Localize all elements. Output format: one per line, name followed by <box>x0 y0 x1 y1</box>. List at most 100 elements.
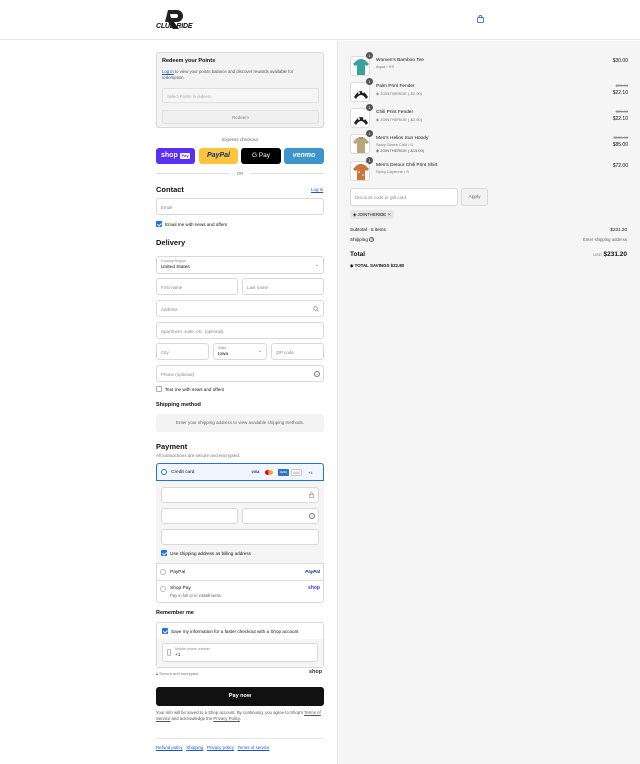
first-name-field[interactable]: First name <box>156 278 238 295</box>
shipping-link[interactable]: Shipping <box>186 745 203 750</box>
paypal-radio[interactable] <box>160 569 166 575</box>
sms-optin-checkbox[interactable] <box>156 386 162 392</box>
points-select[interactable]: Select Points to redeem <box>162 88 319 103</box>
apply-discount-button[interactable]: Apply <box>461 188 488 206</box>
item-original-price: $100.00 <box>613 135 628 140</box>
item-variant: Spicy Cayenne / S <box>376 169 409 174</box>
quantity-badge: 1 <box>366 104 373 111</box>
item-discount: ◈ JOINTHERIDE (-$15.00) <box>376 148 425 153</box>
mobile-phone-field[interactable]: Mobile phone number +1 <box>162 643 318 662</box>
name-on-card-field[interactable] <box>161 529 319 545</box>
discover-icon: DISC <box>291 469 302 476</box>
logo-text: CLUB RIDE <box>156 23 193 30</box>
item-price: $22.10 <box>612 90 628 96</box>
redeem-login-link[interactable]: Log in <box>162 69 174 74</box>
paypal-logo: PayPal <box>305 569 320 574</box>
quantity-badge: 1 <box>366 157 373 164</box>
pay-now-button[interactable]: Pay now <box>156 687 324 706</box>
refund-policy-link[interactable]: Refund policy <box>156 745 183 750</box>
credit-card-radio[interactable] <box>161 469 167 475</box>
redeem-title: Redeem your Points <box>162 58 216 64</box>
payment-subtitle: All transactions are secure and encrypte… <box>156 453 241 458</box>
google-pay-express-button[interactable]: G Pay <box>241 148 281 164</box>
security-code-field[interactable]: ? <box>242 508 319 524</box>
remember-me-heading: Remember me <box>156 610 194 616</box>
shipping-row-label: Shipping ? <box>350 237 375 242</box>
privacy-policy-link[interactable]: Privacy policy <box>207 745 234 750</box>
paypal-option[interactable]: PayPal PayPal <box>157 563 323 580</box>
or-separator: OR <box>236 170 244 176</box>
currency-code: USD <box>593 252 602 257</box>
redeem-points-panel: Redeem your Points Log in to view your p… <box>156 52 324 128</box>
shop-wordmark: shop <box>309 669 323 675</box>
terms-of-service-link[interactable]: Terms of service <box>237 745 269 750</box>
header: CLUB RIDE <box>0 0 640 40</box>
item-price: $72.00 <box>612 163 628 169</box>
credit-card-option[interactable]: Credit card VISA AMEX DISC +4 <box>156 463 324 481</box>
product-thumbnail <box>350 161 370 181</box>
item-variant: Aqua / XS <box>376 64 395 69</box>
shop-pay-radio[interactable] <box>160 586 166 592</box>
help-icon[interactable]: ? <box>309 513 315 519</box>
cart-item: 1 Women's Bamboo Tee Aqua / XS $30.00 <box>350 52 628 80</box>
expiration-field[interactable] <box>161 508 238 524</box>
apartment-field[interactable]: Apartment, suite, etc. (optional) <box>156 322 324 339</box>
tag-icon: ◈ <box>376 148 380 153</box>
secure-note: 🔒︎ Secure and encrypted <box>156 671 199 676</box>
checkout-form: Redeem your Points Log in to view your p… <box>0 41 337 764</box>
city-field[interactable]: City <box>156 343 209 360</box>
tshirt-icon <box>353 59 369 75</box>
contact-login-link[interactable]: Log in <box>311 187 323 192</box>
fender-icon <box>354 91 368 99</box>
address-field[interactable]: Address <box>156 300 324 317</box>
cart-item: 1 Palm Print Fender ◈ JOINTHERIDE (-$2.9… <box>350 78 628 106</box>
privacy-link[interactable]: Privacy Policy <box>213 716 239 721</box>
cart-bag-icon[interactable] <box>477 15 484 23</box>
product-thumbnail <box>350 82 370 102</box>
divider-right <box>250 173 324 174</box>
last-name-field[interactable]: Last name <box>242 278 324 295</box>
email-field[interactable]: Email <box>156 198 324 215</box>
phone-field[interactable]: Phone (optional) ? <box>156 365 324 382</box>
payment-heading: Payment <box>156 442 188 451</box>
legal-text: Your info will be saved to a Shop accoun… <box>156 710 321 722</box>
hoody-icon <box>353 136 369 153</box>
item-price: $30.00 <box>612 58 628 64</box>
chevron-down-icon: ⌄ <box>314 262 319 268</box>
item-name: Palm Print Fender <box>376 84 415 89</box>
total-savings: ◈ TOTAL SAVINGS $22.80 <box>350 263 405 268</box>
redeem-description: Log in to view your points balance and d… <box>162 69 294 80</box>
item-original-price: $25.00 <box>615 109 628 114</box>
redeem-button[interactable]: Redeem <box>162 110 319 124</box>
discount-code-field[interactable]: Discount code or gift card <box>350 188 458 206</box>
billing-same-label: Use shipping address as billing address <box>170 550 251 556</box>
zip-field[interactable]: ZIP code <box>271 343 324 360</box>
cart-item: 1 Men's Detour Chili Print Shirt Spicy C… <box>350 157 628 185</box>
help-icon[interactable]: ? <box>369 237 375 242</box>
total-label: Total <box>350 251 366 258</box>
product-thumbnail <box>350 108 370 128</box>
billing-same-checkbox[interactable] <box>161 550 167 556</box>
email-optin-checkbox[interactable] <box>156 221 162 227</box>
quantity-badge: 1 <box>366 78 373 85</box>
venmo-express-button[interactable]: venmo <box>284 148 324 164</box>
paypal-express-button[interactable]: PayPal <box>199 148 238 164</box>
email-optin-label: Email me with news and offers <box>165 221 228 227</box>
tag-icon: ◈ <box>350 263 354 268</box>
contact-heading: Contact <box>156 185 184 194</box>
remove-code-icon[interactable]: ✕ <box>387 212 391 217</box>
help-icon[interactable]: ? <box>314 370 320 377</box>
tag-icon: ◈ <box>376 91 380 96</box>
state-select[interactable]: State Iowa ⌄ <box>213 343 267 360</box>
shop-pay-express-button[interactable]: shop Pay <box>156 148 195 164</box>
total-value: $231.20 <box>603 251 628 258</box>
card-number-field[interactable] <box>161 487 319 503</box>
shop-pay-option[interactable]: Shop Pay Pay in full or in installments … <box>157 580 323 602</box>
shipping-value: Enter shipping address <box>583 237 627 242</box>
footer-links: Refund policy Shipping Privacy policy Te… <box>156 745 269 750</box>
item-discount: ◈ JOINTHERIDE (-$2.90) <box>376 117 422 122</box>
quantity-badge: 1 <box>366 52 373 59</box>
save-info-checkbox[interactable] <box>162 628 168 634</box>
order-summary: 1 Women's Bamboo Tee Aqua / XS $30.00 1 … <box>337 41 640 764</box>
country-select[interactable]: Country/Region United States ⌄ <box>156 256 324 274</box>
